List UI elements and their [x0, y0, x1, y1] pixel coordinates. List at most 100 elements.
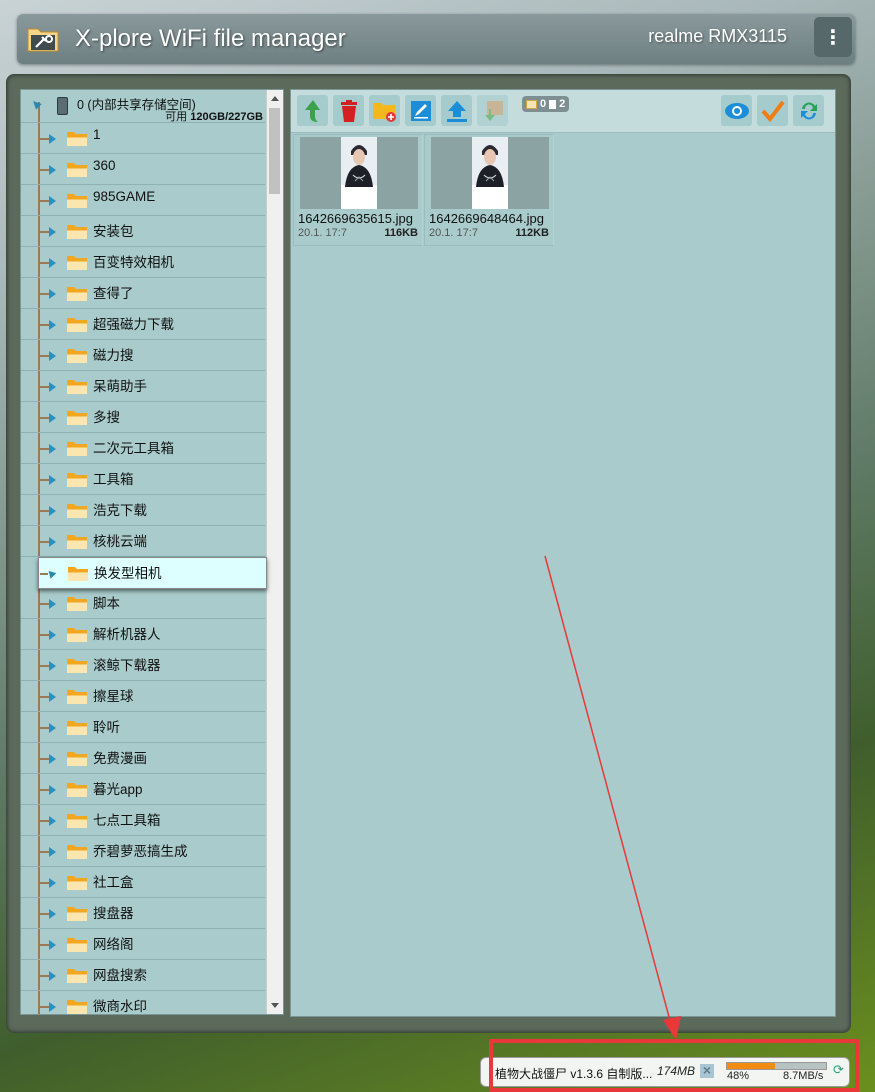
tree-folder-item[interactable]: 免费漫画	[21, 743, 265, 774]
tree-folder-item[interactable]: 查得了	[21, 278, 265, 309]
expand-icon[interactable]	[49, 816, 56, 826]
file-thumbnail-item[interactable]: 1642669648464.jpg 20.1. 17:7 112KB	[424, 134, 554, 246]
tree-folder-item[interactable]: 1	[21, 123, 265, 154]
tree-folder-item[interactable]: 安装包	[21, 216, 265, 247]
tree-folder-item[interactable]: 暮光app	[21, 774, 265, 805]
collapse-icon[interactable]	[30, 98, 42, 110]
expand-icon[interactable]	[49, 599, 56, 609]
tree-folder-item[interactable]: 换发型相机	[38, 557, 267, 589]
tree-folder-item[interactable]: 网盘搜索	[21, 960, 265, 991]
folder-icon	[67, 347, 87, 363]
expand-icon[interactable]	[49, 878, 56, 888]
up-button[interactable]	[297, 95, 328, 126]
tree-folder-item[interactable]: 脚本	[21, 588, 265, 619]
new-folder-icon	[372, 102, 396, 122]
tree-folder-item[interactable]: 浩克下载	[21, 495, 265, 526]
folder-icon	[67, 750, 87, 766]
collapse-icon[interactable]	[45, 568, 57, 579]
folder-icon	[67, 254, 87, 270]
tree-folder-item[interactable]: 搜盘器	[21, 898, 265, 929]
expand-icon[interactable]	[49, 413, 56, 423]
file-name: 1642669648464.jpg	[429, 211, 544, 226]
expand-icon[interactable]	[49, 630, 56, 640]
view-button[interactable]	[721, 95, 752, 126]
tree-folder-item[interactable]: 磁力搜	[21, 340, 265, 371]
tree-folder-item[interactable]: 七点工具箱	[21, 805, 265, 836]
new-folder-button[interactable]	[369, 95, 400, 126]
file-count-icon	[549, 99, 557, 109]
folder-label: 七点工具箱	[93, 813, 161, 828]
tree-root-storage[interactable]: 0 (内部共享存储空间) 可用 120GB/227GB	[21, 90, 265, 123]
tree-folder-item[interactable]: 呆萌助手	[21, 371, 265, 402]
scroll-up-icon[interactable]	[271, 96, 279, 101]
tree-folder-item[interactable]: 二次元工具箱	[21, 433, 265, 464]
select-check-icon	[760, 100, 785, 122]
tree-folder-item[interactable]: 社工盒	[21, 867, 265, 898]
expand-icon[interactable]	[49, 537, 56, 547]
tree-folder-item[interactable]: 多搜	[21, 402, 265, 433]
expand-icon[interactable]	[49, 1002, 56, 1012]
refresh-button[interactable]	[793, 95, 824, 126]
expand-icon[interactable]	[49, 382, 56, 392]
file-thumbnail-item[interactable]: 1642669635615.jpg 20.1. 17:7 116KB	[293, 134, 423, 246]
expand-icon[interactable]	[49, 196, 56, 206]
rename-button[interactable]	[405, 95, 436, 126]
menu-button[interactable]: ⋮	[814, 17, 852, 57]
expand-icon[interactable]	[49, 227, 56, 237]
folder-label: 多搜	[93, 410, 120, 425]
expand-icon[interactable]	[49, 351, 56, 361]
expand-icon[interactable]	[49, 134, 56, 144]
tree-folder-item[interactable]: 擦星球	[21, 681, 265, 712]
folder-label: 社工盒	[93, 875, 134, 890]
tree-folder-item[interactable]: 聆听	[21, 712, 265, 743]
file-date: 20.1. 17:7	[429, 227, 478, 239]
download-button[interactable]	[477, 95, 508, 126]
delete-button[interactable]	[333, 95, 364, 126]
rename-icon	[410, 100, 431, 121]
tree-scrollbar[interactable]	[266, 90, 283, 1014]
expand-icon[interactable]	[49, 506, 56, 516]
folder-icon	[67, 409, 87, 425]
tree-folder-item[interactable]: 工具箱	[21, 464, 265, 495]
expand-icon[interactable]	[49, 909, 56, 919]
folder-label: 超强磁力下载	[93, 317, 174, 332]
folder-icon	[67, 316, 87, 332]
tree-folder-item[interactable]: 解析机器人	[21, 619, 265, 650]
expand-icon[interactable]	[49, 289, 56, 299]
tree-folder-item[interactable]: 百变特效相机	[21, 247, 265, 278]
tree-folder-item[interactable]: 网络阁	[21, 929, 265, 960]
folder-icon	[67, 998, 87, 1014]
expand-icon[interactable]	[49, 258, 56, 268]
folder-icon	[67, 843, 87, 859]
expand-icon[interactable]	[49, 847, 56, 857]
upload-button[interactable]	[441, 95, 472, 126]
expand-icon[interactable]	[49, 723, 56, 733]
tree-folder-item[interactable]: 360	[21, 154, 265, 185]
expand-icon[interactable]	[49, 971, 56, 981]
expand-icon[interactable]	[49, 661, 56, 671]
select-button[interactable]	[757, 95, 788, 126]
folder-icon	[67, 936, 87, 952]
tree-folder-item[interactable]: 滚鲸下载器	[21, 650, 265, 681]
expand-icon[interactable]	[49, 754, 56, 764]
upload-icon	[446, 100, 467, 122]
app-title: X-plore WiFi file manager	[75, 25, 346, 52]
tree-folder-item[interactable]: 超强磁力下载	[21, 309, 265, 340]
expand-icon[interactable]	[49, 785, 56, 795]
expand-icon[interactable]	[49, 475, 56, 485]
tree-folder-item[interactable]: 乔碧萝恶搞生成	[21, 836, 265, 867]
scroll-thumb[interactable]	[269, 108, 280, 194]
tree-folder-item[interactable]: 985GAME	[21, 185, 265, 216]
folder-icon	[67, 595, 87, 611]
folder-tree: 0 (内部共享存储空间) 可用 120GB/227GB 1 360 985GAME 安…	[20, 89, 284, 1015]
expand-icon[interactable]	[49, 940, 56, 950]
expand-icon[interactable]	[49, 692, 56, 702]
scroll-down-icon[interactable]	[271, 1003, 279, 1008]
tree-folder-item[interactable]: 核桃云端	[21, 526, 265, 557]
tree-folder-item[interactable]: 微商水印	[21, 991, 265, 1014]
expand-icon[interactable]	[49, 444, 56, 454]
item-counter: 0 2	[522, 96, 570, 112]
expand-icon[interactable]	[49, 165, 56, 175]
folder-label: 核桃云端	[93, 534, 147, 549]
expand-icon[interactable]	[49, 320, 56, 330]
